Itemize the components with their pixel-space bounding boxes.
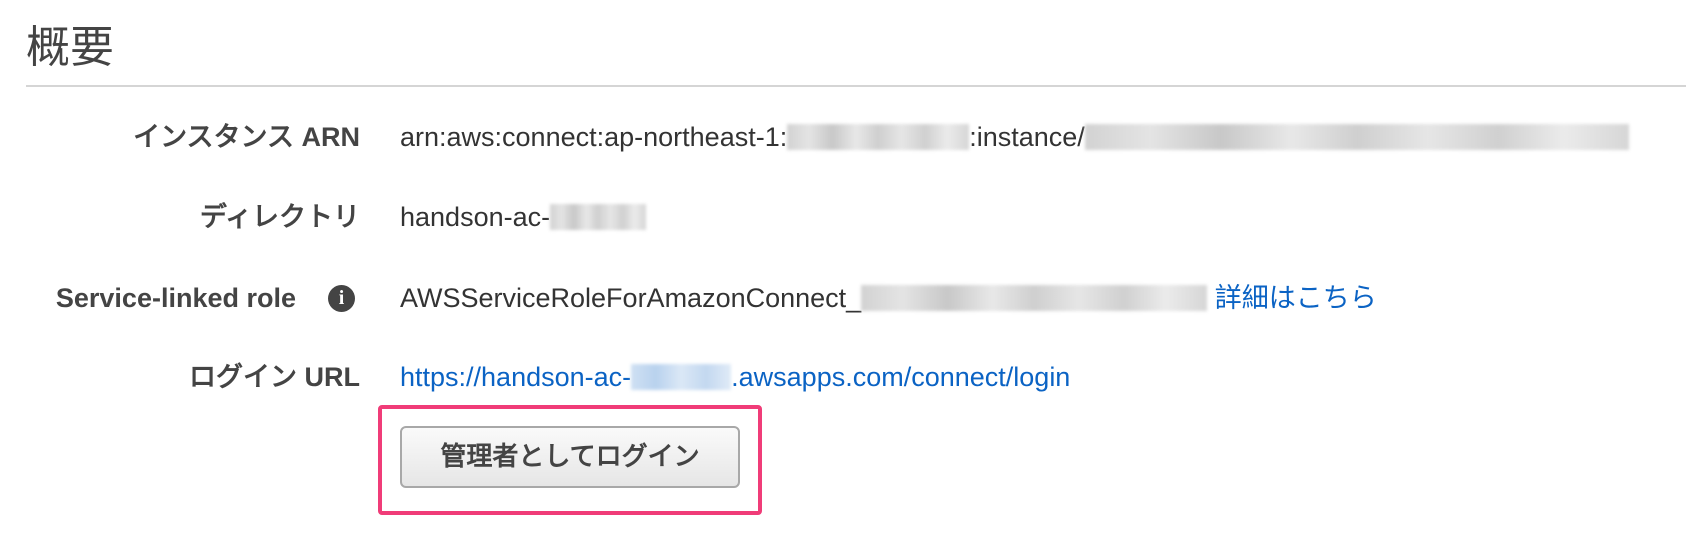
- login-as-admin-button[interactable]: 管理者としてログイン: [400, 426, 740, 488]
- login-url-value: https://handson-ac- .awsapps.com/connect/…: [400, 359, 1070, 395]
- redacted-instance-id: [1084, 124, 1629, 150]
- login-url-label: ログイン URL: [189, 362, 360, 392]
- login-url-prefix: https://handson-ac-: [400, 362, 632, 392]
- title-divider: [26, 85, 1686, 87]
- service-linked-role-value: AWSServiceRoleForAmazonConnect_ 詳細はこちら: [400, 280, 1377, 316]
- learn-more-link[interactable]: 詳細はこちら: [1215, 283, 1377, 313]
- instance-arn-label: インスタンス ARN: [133, 122, 360, 152]
- directory-label: ディレクトリ: [199, 202, 360, 232]
- directory-prefix: handson-ac-: [400, 202, 551, 232]
- directory-value: handson-ac-: [400, 199, 647, 235]
- redacted-directory-suffix: [550, 204, 647, 230]
- login-url-suffix: .awsapps.com/connect/login: [731, 362, 1071, 392]
- instance-arn-value: arn:aws:connect:ap-northeast-1: :instance…: [400, 119, 1629, 155]
- instance-arn-prefix: arn:aws:connect:ap-northeast-1:: [400, 122, 788, 152]
- instance-arn-middle: :instance/: [969, 122, 1085, 152]
- login-url-link[interactable]: https://handson-ac- .awsapps.com/connect/…: [400, 362, 1070, 392]
- redacted-role-suffix: [861, 285, 1208, 311]
- redacted-account-id: [787, 124, 970, 150]
- info-icon[interactable]: i: [328, 285, 355, 312]
- service-linked-role-prefix: AWSServiceRoleForAmazonConnect_: [400, 283, 862, 313]
- redacted-alias: [631, 364, 732, 390]
- page-title: 概要: [26, 23, 114, 72]
- service-linked-role-label: Service-linked role: [55, 283, 296, 313]
